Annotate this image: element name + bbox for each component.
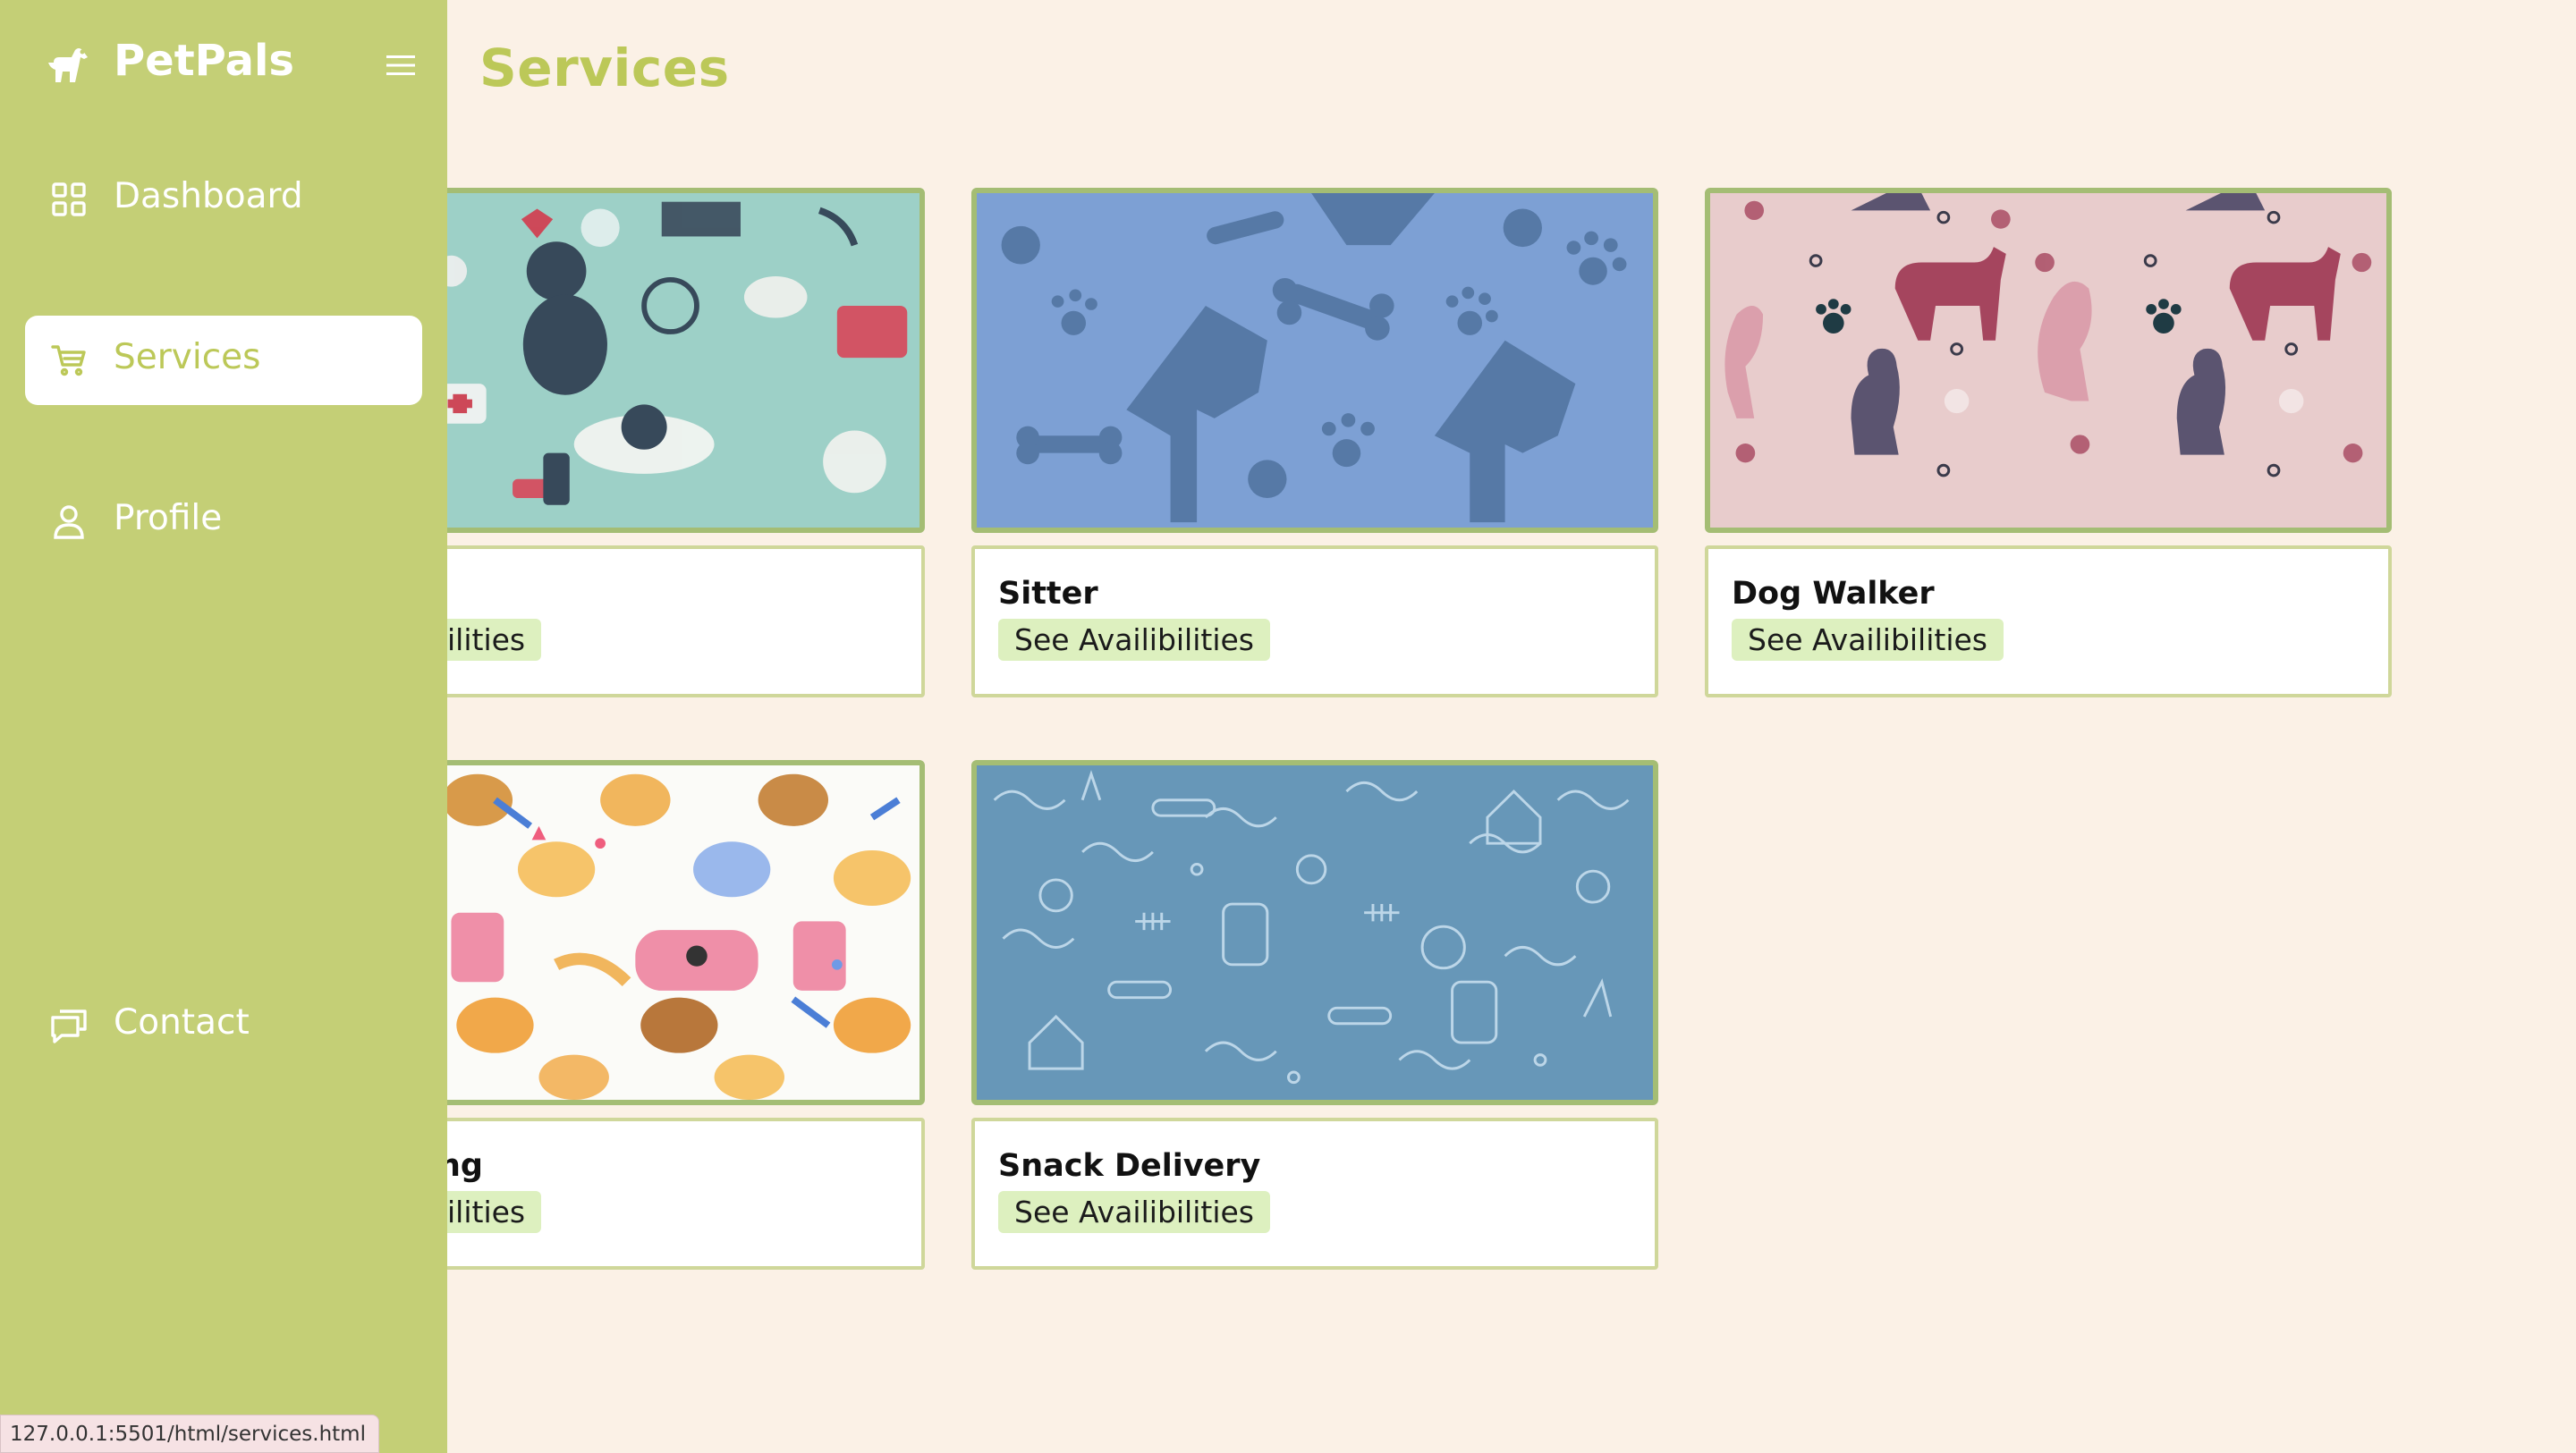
chat-icon: [50, 1007, 88, 1044]
sitter-card-body: Sitter See Availibilities: [971, 545, 1658, 697]
vet-see-availabilities-button[interactable]: ilities: [431, 619, 542, 661]
user-icon: [50, 503, 88, 540]
status-bar-url: 127.0.0.1:5501/html/services.html: [0, 1415, 379, 1453]
brand-name: PetPals: [114, 36, 294, 86]
snack-delivery-card-body: Snack Delivery See Availibilities: [971, 1118, 1658, 1270]
grooming-card-body: ng ilities: [376, 1118, 925, 1270]
page-title: Services: [479, 38, 730, 98]
sidebar-item-dashboard[interactable]: Dashboard: [25, 155, 422, 244]
vet-card-image[interactable]: [376, 188, 925, 533]
sitter-see-availabilities-button[interactable]: See Availibilities: [998, 619, 1270, 661]
cart-icon: [50, 342, 88, 379]
sidebar-item-label: Services: [114, 337, 261, 377]
snack-delivery-see-availabilities-button[interactable]: See Availibilities: [998, 1191, 1270, 1233]
dog-walker-card-title: Dog Walker: [1732, 576, 1935, 612]
vet-card-body: ilities: [376, 545, 925, 697]
dog-walker-card-body: Dog Walker See Availibilities: [1705, 545, 2392, 697]
hamburger-icon[interactable]: [385, 52, 417, 79]
sidebar-item-contact[interactable]: Contact: [25, 981, 422, 1070]
sidebar-item-label: Contact: [114, 1002, 250, 1043]
dog-walker-see-availabilities-button[interactable]: See Availibilities: [1732, 619, 2004, 661]
sidebar-item-label: Dashboard: [114, 176, 303, 216]
sidebar-item-label: Profile: [114, 498, 223, 538]
snack-delivery-card-title: Snack Delivery: [998, 1148, 1261, 1184]
sitter-card-image[interactable]: [971, 188, 1658, 533]
snack-delivery-card-image[interactable]: [971, 760, 1658, 1105]
sitter-card-title: Sitter: [998, 576, 1098, 612]
dog-logo-icon: [47, 43, 93, 89]
sidebar: PetPals Dashboard Services Profile Conta…: [0, 0, 447, 1453]
dashboard-grid-icon: [50, 181, 88, 218]
grooming-see-availabilities-button[interactable]: ilities: [431, 1191, 542, 1233]
sidebar-item-services[interactable]: Services: [25, 316, 422, 405]
grooming-card-image[interactable]: [376, 760, 925, 1105]
sidebar-item-profile[interactable]: Profile: [25, 477, 422, 566]
dog-walker-card-image[interactable]: [1705, 188, 2392, 533]
